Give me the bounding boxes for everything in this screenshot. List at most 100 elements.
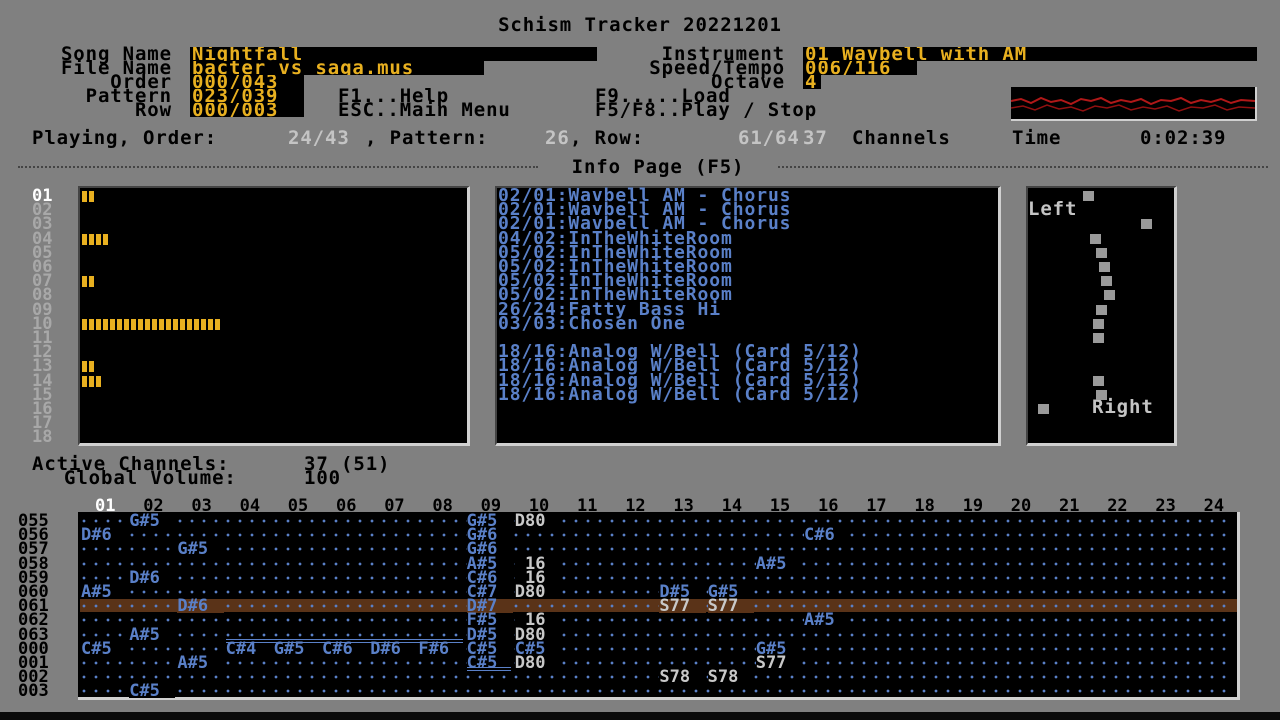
pattern-channel-header[interactable]: 14 [722, 498, 742, 515]
oscilloscope-display[interactable] [1011, 87, 1257, 121]
pattern-channel-header[interactable]: 11 [577, 498, 597, 515]
pattern-channel-header[interactable]: 08 [432, 498, 452, 515]
pattern-channel-header[interactable]: 16 [818, 498, 838, 515]
sample-entry[interactable]: 18/16:Analog W/Bell (Card 5/12) [498, 385, 862, 403]
pattern-channel-header[interactable]: 19 [963, 498, 983, 515]
pattern-channel-header[interactable]: 22 [1107, 498, 1127, 515]
pan-right-label: Right [1092, 396, 1154, 418]
pattern-cell[interactable]: A#5 [177, 655, 224, 672]
pattern-cell[interactable]: C#6 [322, 640, 369, 657]
app-title: Schism Tracker 20221201 [498, 14, 782, 36]
pattern-cell[interactable]: S78 [707, 669, 754, 686]
pattern-cell[interactable]: S77 [707, 598, 754, 615]
pattern-channel-header[interactable]: 15 [770, 498, 790, 515]
pattern-cell[interactable]: C#5 [129, 683, 176, 700]
pattern-row-dots [82, 542, 1234, 557]
channel-vu-bar [82, 233, 110, 245]
speed-tempo-field[interactable]: 006/116 [803, 61, 917, 75]
pattern-row-dots [82, 599, 1234, 614]
pattern-cell[interactable]: S77 [755, 655, 802, 672]
pattern-channel-header[interactable]: 18 [914, 498, 934, 515]
pan-marker [1093, 375, 1105, 386]
global-volume-value: 100 [304, 467, 342, 489]
channel-volume-panel [78, 186, 470, 446]
pattern-channel-header[interactable]: 23 [1155, 498, 1175, 515]
pan-marker [1101, 276, 1113, 287]
row-field[interactable]: 000/003 [190, 103, 304, 117]
pattern-channel-header[interactable]: 01 [95, 498, 115, 515]
row-label: Row [134, 99, 172, 121]
pattern-channel-header[interactable]: 04 [240, 498, 260, 515]
pan-marker [1083, 191, 1095, 201]
pattern-cell[interactable]: C#6 [804, 527, 851, 544]
pattern-cell[interactable]: D#6 [129, 569, 176, 586]
pattern-cell[interactable]: D#6 [81, 527, 128, 544]
time-label: Time [1012, 127, 1062, 149]
pattern-cell[interactable]: A#5 [81, 584, 128, 601]
oscilloscope-wave [1011, 96, 1255, 112]
pattern-channel-header[interactable]: 05 [288, 498, 308, 515]
pan-marker [1096, 389, 1107, 400]
pattern-row-dots [82, 670, 1234, 685]
pan-marker [1089, 233, 1101, 244]
pattern-channel-header[interactable]: 13 [673, 498, 693, 515]
pattern-channel-header[interactable]: 12 [625, 498, 645, 515]
pattern-cell[interactable]: F#6 [418, 640, 465, 657]
playing-row-value: 61/64 [738, 127, 800, 149]
note-off-marker [225, 638, 463, 643]
pattern-cell[interactable]: D#6 [370, 640, 417, 657]
note-off-marker [466, 667, 511, 672]
main-menu-hint: ESC..Main Menu [338, 99, 511, 121]
pattern-cell[interactable]: D#6 [177, 598, 224, 615]
pattern-cell[interactable]: A#5 [129, 626, 176, 643]
pattern-row-number[interactable]: 003 [18, 683, 49, 700]
pattern-cell[interactable]: A#5 [755, 555, 802, 572]
pattern-cell[interactable]: C#4 [225, 640, 272, 657]
sample-entry[interactable]: 03/03:Chosen One [498, 314, 686, 332]
channel-vu-bar [82, 318, 222, 330]
pan-marker [1098, 262, 1110, 272]
pattern-channel-header[interactable]: 21 [1059, 498, 1079, 515]
pan-left-label: Left [1028, 198, 1078, 220]
instrument-field[interactable]: 01 Wavbell with AM [803, 47, 1257, 61]
pan-marker [1093, 333, 1105, 343]
pattern-row-dots [82, 570, 1234, 585]
playing-channels-value: 37 [803, 127, 828, 149]
pattern-row-dots [82, 514, 1234, 528]
pattern-channel-header[interactable]: 20 [1011, 498, 1031, 515]
pattern-cell[interactable]: C#5 [81, 640, 128, 657]
channel-number[interactable]: 18 [32, 429, 52, 446]
pattern-channel-header[interactable]: 17 [866, 498, 886, 515]
pattern-cell[interactable]: S78 [659, 669, 706, 686]
order-field[interactable]: 000/043 [190, 75, 304, 89]
channel-vu-bar [82, 375, 103, 387]
pan-marker [1096, 304, 1107, 315]
pattern-channel-header[interactable]: 03 [191, 498, 211, 515]
pan-marker [1140, 219, 1152, 230]
pan-marker [1103, 290, 1115, 301]
channel-vu-bar [82, 191, 96, 202]
pattern-cell[interactable]: D80 [514, 513, 561, 530]
pan-marker [1038, 404, 1050, 414]
pattern-channel-header[interactable]: 24 [1204, 498, 1224, 515]
song-name-field[interactable]: Nightfall [190, 47, 597, 61]
pattern-channel-header[interactable]: 07 [384, 498, 404, 515]
playing-channels-label: Channels [852, 127, 951, 149]
file-name-field[interactable]: bacter_vs_saga.mus [190, 61, 484, 75]
octave-label: Octave [710, 71, 785, 93]
pattern-field[interactable]: 023/039 [190, 89, 304, 103]
pattern-cell[interactable]: G#5 [129, 513, 176, 530]
playing-pattern-value: 26 [545, 127, 570, 149]
octave-field[interactable]: 4 [803, 75, 821, 89]
pattern-cell[interactable]: S77 [659, 598, 706, 615]
pattern-cell[interactable]: G#5 [177, 541, 224, 558]
pan-marker [1093, 318, 1105, 329]
pattern-channel-header[interactable]: 06 [336, 498, 356, 515]
pattern-cell[interactable]: D80 [514, 584, 561, 601]
pattern-cell[interactable]: G#5 [273, 640, 320, 657]
info-page-title: Info Page (F5) [571, 156, 745, 178]
pattern-cell[interactable]: D80 [514, 655, 561, 672]
time-value: 0:02:39 [1140, 127, 1227, 149]
pattern-cell[interactable]: A#5 [804, 612, 851, 629]
playing-pattern-label: , Pattern: [365, 127, 489, 149]
